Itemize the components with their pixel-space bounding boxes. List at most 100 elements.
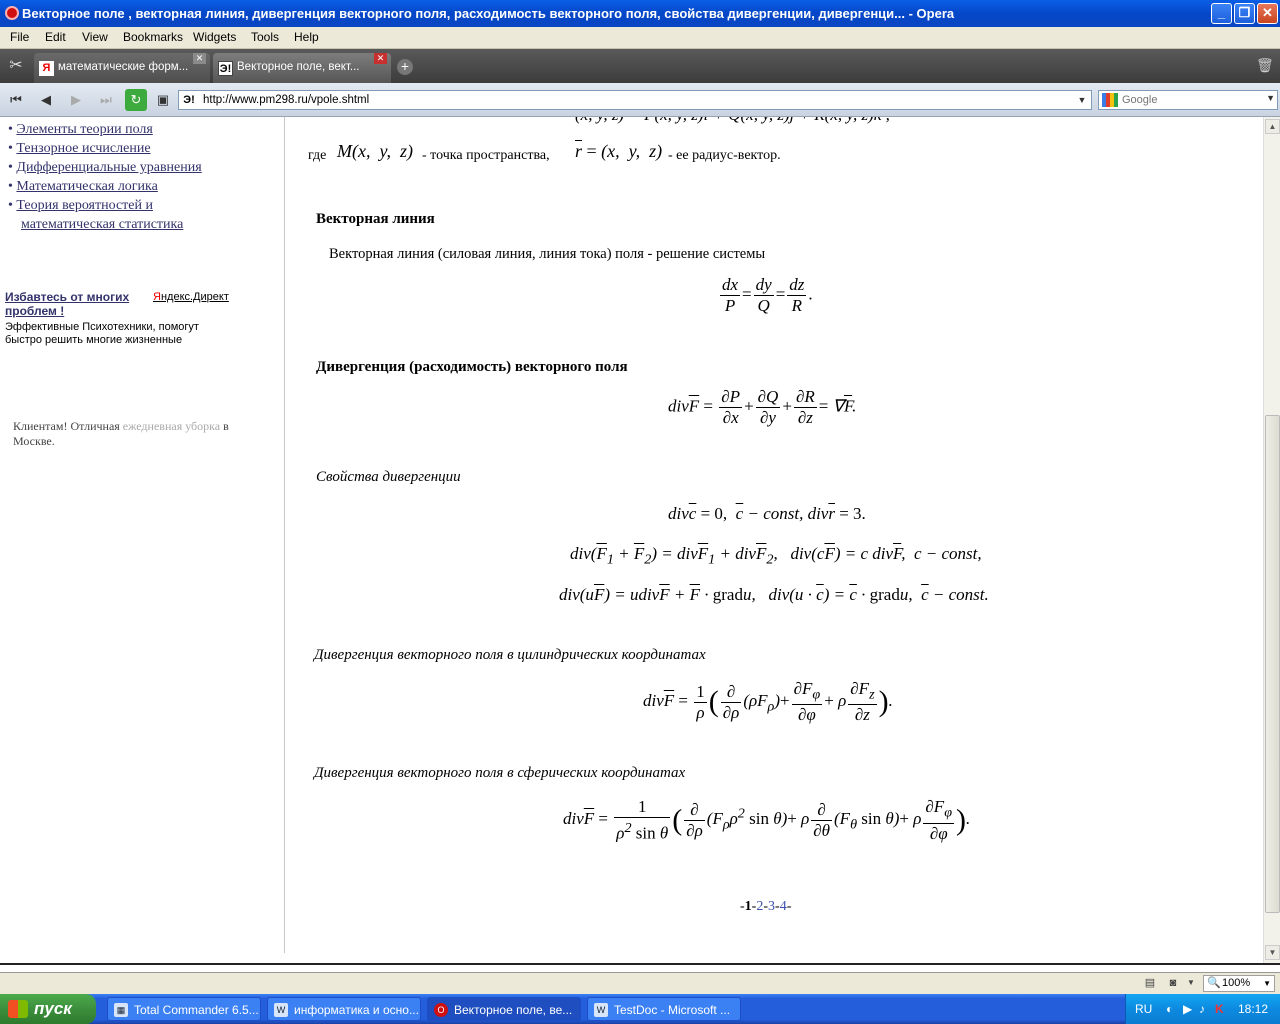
task-total-commander[interactable]: ▦ Total Commander 6.5...: [107, 997, 261, 1021]
fast-forward-icon[interactable]: ⏭: [95, 89, 117, 111]
word-icon: W: [274, 1003, 288, 1017]
antivirus-icon[interactable]: K: [1215, 1002, 1224, 1016]
promo-link[interactable]: ежедневная уборка: [123, 419, 220, 433]
tab-math-formulas[interactable]: Я математические форм... ✕: [34, 53, 210, 83]
google-icon[interactable]: [1102, 93, 1118, 107]
tools-icon[interactable]: ✂: [5, 55, 27, 77]
panel-icon[interactable]: ▤: [1142, 976, 1158, 990]
sidebar-item[interactable]: математическая статистика: [21, 217, 183, 233]
opera-logo-icon: [5, 6, 19, 20]
network-icon[interactable]: ◐: [1166, 1002, 1173, 1016]
forward-icon[interactable]: ▶: [65, 89, 87, 111]
navigation-toolbar: ⏮ ◀ ▶ ⏭ ↻ ▣ Э! http://www.pm298.ru/vpole…: [0, 83, 1280, 117]
menu-view[interactable]: View: [82, 30, 108, 44]
page-link-2[interactable]: 2: [756, 899, 763, 914]
scroll-up-icon[interactable]: ▲: [1265, 119, 1280, 134]
yandex-icon: Я: [39, 61, 54, 76]
vertical-scrollbar[interactable]: ▲ ▼: [1263, 117, 1280, 963]
nav-link[interactable]: математическая статистика: [21, 217, 183, 232]
task-testdoc[interactable]: W TestDoc - Microsoft ...: [587, 997, 741, 1021]
ad-text: Эффективные Психотехники, помогут быстро…: [5, 321, 199, 346]
close-window-button[interactable]: ✕: [1257, 3, 1278, 24]
app-icon: ▦: [114, 1003, 128, 1017]
menu-tools[interactable]: Tools: [251, 30, 279, 44]
status-bar: ▤ ◙ ▼ 🔍 100% ▼: [0, 973, 1280, 994]
page-link-4[interactable]: 4: [780, 899, 787, 914]
vector-line-text: Векторная линия (силовая линия, линия то…: [329, 246, 766, 262]
ad-title-link[interactable]: Избавтесь от многих проблем !: [5, 290, 145, 318]
chevron-down-icon[interactable]: ▼: [1263, 976, 1271, 991]
opera-icon: O: [434, 1003, 448, 1017]
language-indicator[interactable]: RU: [1135, 1002, 1152, 1016]
sidebar-item[interactable]: • Математическая логика: [8, 179, 158, 195]
chevron-down-icon[interactable]: ▼: [1183, 976, 1199, 990]
zoom-control[interactable]: 🔍 100% ▼: [1203, 975, 1275, 992]
tab-label: Векторное поле, вект...: [237, 61, 360, 73]
task-opera[interactable]: O Векторное поле, ве...: [427, 997, 581, 1021]
scroll-thumb[interactable]: [1265, 415, 1280, 913]
media-icon[interactable]: ▶: [1183, 1002, 1192, 1016]
trash-icon[interactable]: 🗑: [1256, 57, 1274, 75]
yandex-direct-link[interactable]: Яндекс.Директ: [153, 291, 229, 303]
tab-label: математические форм...: [58, 61, 189, 73]
camera-icon[interactable]: ◙: [1165, 976, 1181, 990]
tab-vector-field[interactable]: Э! Векторное поле, вект... ✕: [213, 53, 391, 83]
window-title: Векторное поле , векторная линия, диверг…: [22, 6, 955, 21]
heading-divergence: Дивергенция (расходимость) векторного по…: [316, 359, 628, 375]
nav-link[interactable]: Элементы теории поля: [16, 122, 152, 137]
reload-icon[interactable]: ↻: [125, 89, 147, 111]
volume-icon[interactable]: ♪: [1199, 1002, 1205, 1016]
search-input[interactable]: [1122, 92, 1262, 108]
point-formula: M(x, y, z): [337, 141, 413, 161]
scroll-down-icon[interactable]: ▼: [1265, 945, 1280, 960]
radius-formula: r = (x, y, z): [575, 141, 663, 161]
back-icon[interactable]: ◀: [35, 89, 57, 111]
promo-text: Клиентам! Отличная ежедневная уборка в М…: [13, 419, 263, 449]
address-field[interactable]: Э! http://www.pm298.ru/vpole.shtml ▼: [178, 90, 1092, 110]
chevron-down-icon[interactable]: ▼: [1266, 93, 1275, 103]
page-content: • Элементы теории поля • Тензорное исчис…: [0, 117, 1263, 963]
rewind-icon[interactable]: ⏮: [5, 89, 27, 111]
menu-edit[interactable]: Edit: [45, 30, 66, 44]
property-formula-2: div(F1 + F2) = divF1 + divF2, div(cF) = …: [570, 544, 982, 568]
pagination: -1-2-3-4-: [740, 899, 792, 914]
sidebar-divider: [284, 117, 285, 953]
site-favicon: Э!: [183, 94, 195, 106]
page-link-3[interactable]: 3: [768, 899, 775, 914]
search-box[interactable]: ▼: [1098, 90, 1278, 110]
chevron-down-icon[interactable]: ▼: [1074, 92, 1090, 108]
sidebar-item[interactable]: • Дифференциальные уравнения: [8, 160, 202, 176]
task-informatika[interactable]: Wинформатика и осно...: [267, 997, 421, 1021]
task-label: Векторное поле, ве...: [454, 1003, 573, 1017]
property-formula-1: divc = 0, c − const, divr = 3.: [668, 504, 866, 523]
zoom-icon: 🔍: [1207, 977, 1221, 989]
maximize-button[interactable]: ❐: [1234, 3, 1255, 24]
nav-link[interactable]: Математическая логика: [16, 179, 157, 194]
nav-link[interactable]: Дифференциальные уравнения: [16, 160, 201, 175]
nav-link[interactable]: Тензорное исчисление: [16, 141, 150, 156]
sidebar-item[interactable]: • Тензорное исчисление: [8, 141, 151, 157]
menu-bar: File Edit View Bookmarks Widgets Tools H…: [0, 27, 1280, 49]
windows-logo-icon: [8, 1000, 28, 1018]
nav-link[interactable]: Теория вероятностей и: [16, 198, 153, 213]
menu-file[interactable]: File: [10, 30, 29, 44]
start-label: пуск: [34, 999, 72, 1018]
sidebar-item[interactable]: • Элементы теории поля: [8, 122, 153, 138]
new-tab-icon[interactable]: +: [397, 59, 413, 75]
heading-spherical: Дивергенция векторного поля в сферически…: [314, 765, 686, 781]
start-button[interactable]: пуск: [0, 994, 96, 1024]
task-label: Total Commander 6.5...: [134, 1003, 259, 1017]
tab-close-icon[interactable]: ✕: [193, 53, 206, 64]
snapshot-icon[interactable]: ▣: [152, 89, 174, 111]
menu-widgets[interactable]: Widgets: [193, 30, 236, 44]
menu-help[interactable]: Help: [294, 30, 319, 44]
menu-bookmarks[interactable]: Bookmarks: [123, 30, 183, 44]
vector-line-formula: dx P = dy Q = dz R.: [720, 275, 813, 315]
tab-bar: ✂ Я математические форм... ✕ Э! Векторно…: [0, 49, 1280, 83]
tab-close-icon[interactable]: ✕: [374, 53, 387, 64]
divergence-formula: divF = ∂P ∂x + ∂Q ∂y + ∂R ∂z = ∇F.: [668, 387, 857, 427]
minimize-button[interactable]: _: [1211, 3, 1232, 24]
url-text[interactable]: http://www.pm298.ru/vpole.shtml: [203, 94, 369, 106]
cylindrical-formula: divF = 1 ρ(∂ ∂ρ (ρFρ)+ ∂Fφ ∂φ + ρ ∂Fz ∂z).: [643, 679, 893, 725]
sidebar-item[interactable]: • Теория вероятностей и: [8, 198, 153, 214]
